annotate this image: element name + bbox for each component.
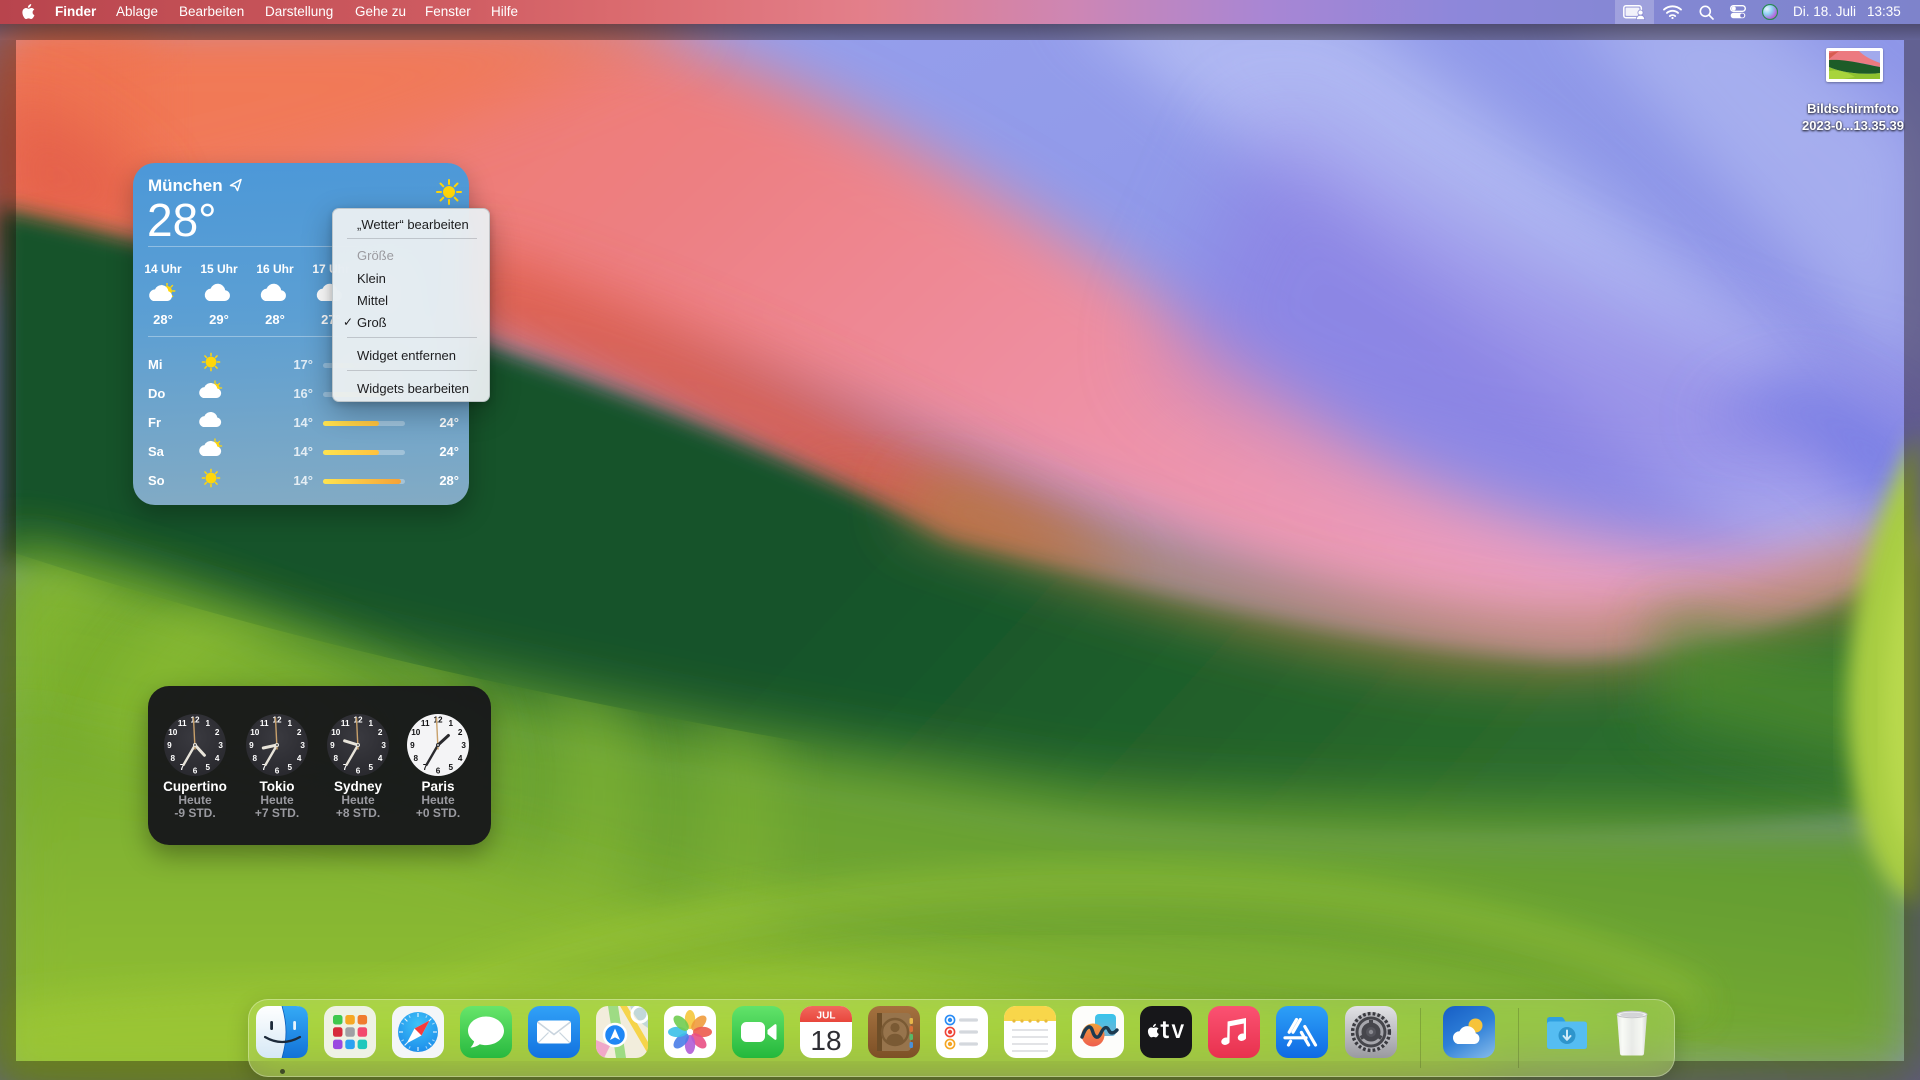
svg-text:JUL: JUL xyxy=(817,1011,836,1022)
svg-text:Heute: Heute xyxy=(260,793,294,807)
svg-text:Heute: Heute xyxy=(341,793,375,807)
svg-text:Sydney: Sydney xyxy=(334,779,383,794)
svg-text:Tokio: Tokio xyxy=(260,779,295,794)
svg-text:Paris: Paris xyxy=(421,779,454,794)
svg-text:Cupertino: Cupertino xyxy=(163,779,227,794)
svg-text:+7 STD.: +7 STD. xyxy=(255,806,299,820)
svg-text:+8 STD.: +8 STD. xyxy=(336,806,380,820)
svg-text:+0 STD.: +0 STD. xyxy=(416,806,460,820)
svg-text:-9 STD.: -9 STD. xyxy=(174,806,215,820)
svg-text:Heute: Heute xyxy=(178,793,212,807)
svg-text:18: 18 xyxy=(810,1025,841,1056)
svg-text:Heute: Heute xyxy=(421,793,455,807)
